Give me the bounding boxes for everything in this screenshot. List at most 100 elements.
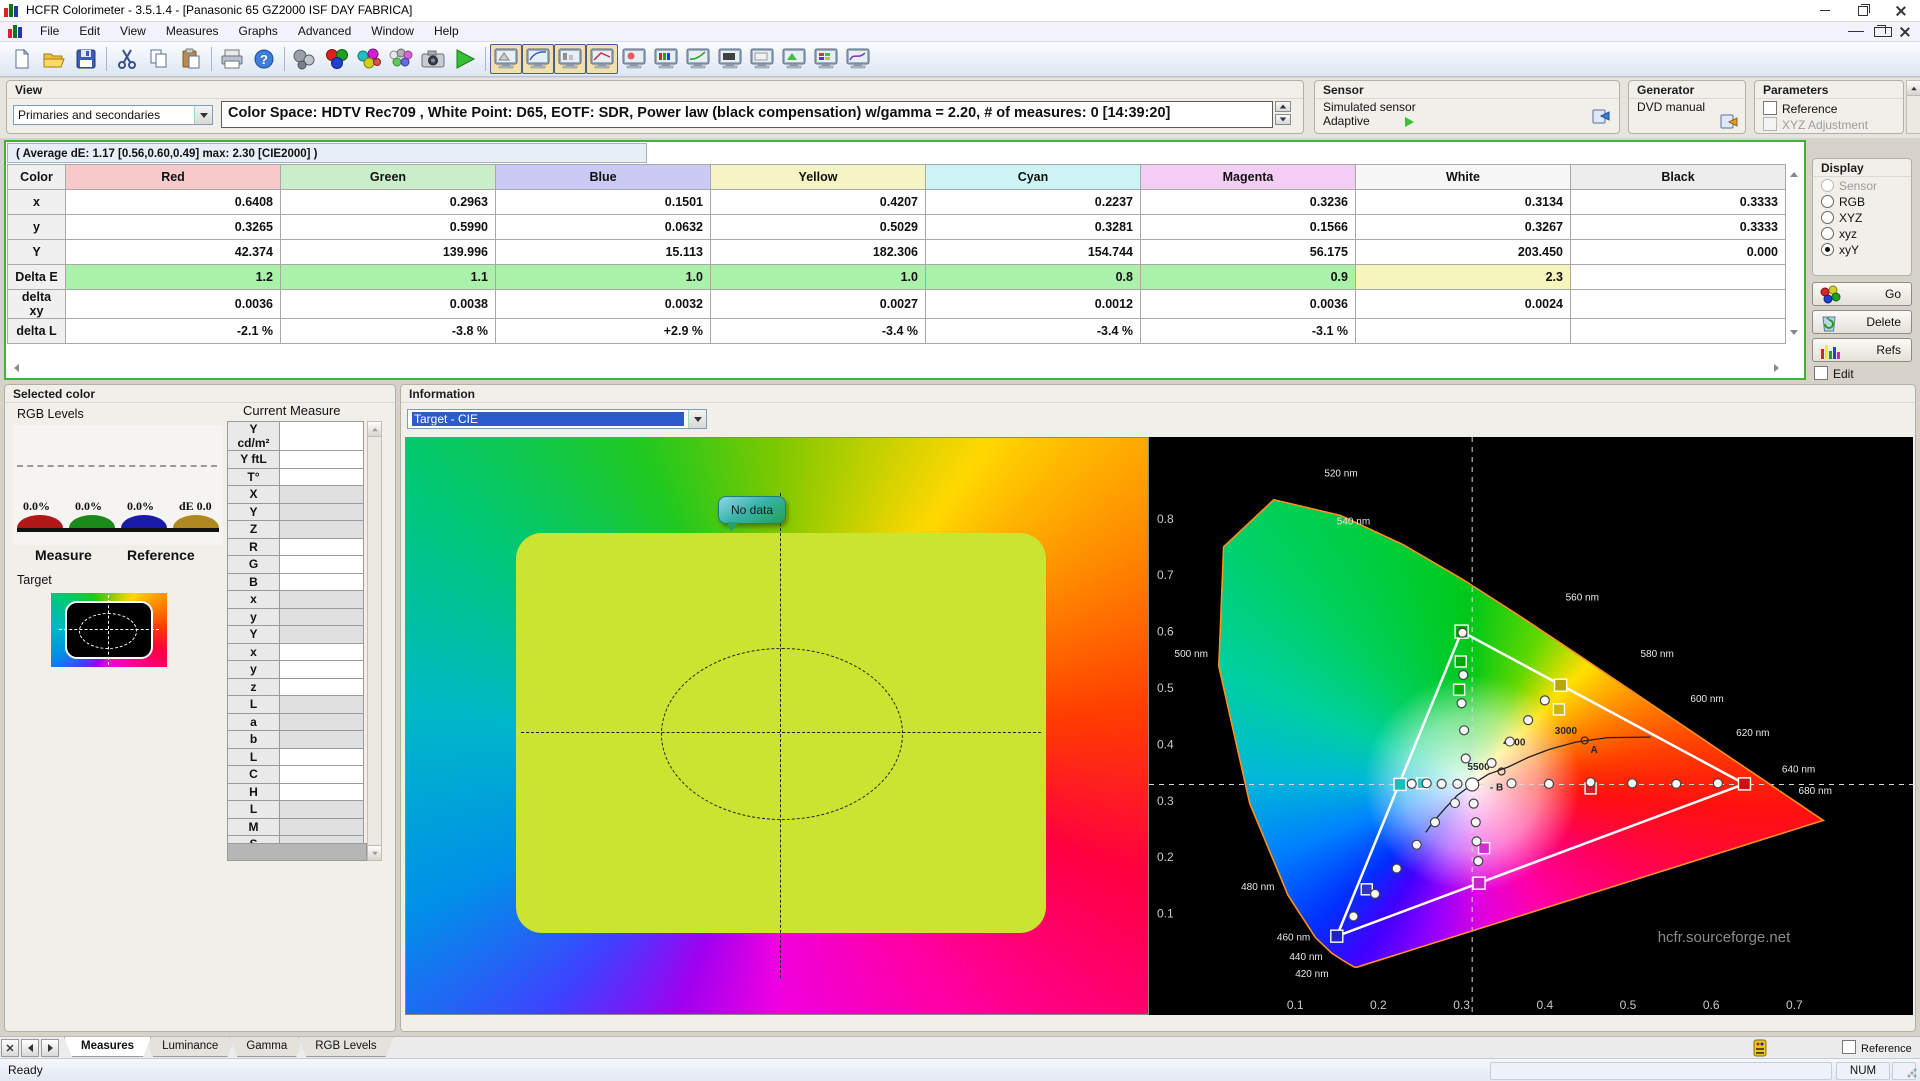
resize-grip[interactable] [1906,1067,1918,1079]
display-panel: Display Sensor RGB XYZ xyz xyY [1812,158,1912,276]
radio-icon[interactable] [1821,227,1834,240]
remote-icon[interactable] [1752,1039,1768,1057]
menu-window[interactable]: Window [361,22,424,41]
monitor-view-button[interactable] [714,44,746,74]
tabbar-reference-row[interactable]: Reference [1842,1040,1912,1055]
reference-checkbox-row[interactable]: Reference [1755,99,1903,116]
tab-close-button[interactable] [1,1039,19,1057]
primaries-balls-button[interactable] [321,44,353,74]
panel-scrollbar[interactable] [1906,80,1920,134]
current-measure-cell: Y ftL [227,450,280,469]
measures-region: ( Average dE: 1.17 [0.56,0.60,0.49] max:… [4,140,1806,380]
menu-edit[interactable]: Edit [69,22,110,41]
current-measure-cell: R [227,537,280,556]
help-button[interactable]: ? [248,44,280,74]
monitor-view-button[interactable] [778,44,810,74]
chevron-down-icon[interactable] [688,410,706,428]
display-option-rgb[interactable]: RGB [1813,193,1911,209]
radio-icon[interactable] [1821,243,1834,256]
camera-button[interactable] [417,44,449,74]
continuous-balls-button[interactable] [385,44,417,74]
display-option-xyy[interactable]: xyY [1813,241,1911,257]
secondaries-balls-button[interactable] [353,44,385,74]
delete-button[interactable]: Delete [1812,310,1912,334]
tab-luminance[interactable]: Luminance [145,1037,235,1057]
tab-scroll-left-button[interactable] [21,1039,39,1057]
chevron-down-icon[interactable] [194,106,212,124]
close-button[interactable] [1882,0,1920,21]
generator-panel: Generator DVD manual [1628,80,1746,134]
save-button[interactable] [70,44,102,74]
open-button[interactable] [38,44,70,74]
monitor-view-button[interactable] [810,44,842,74]
print-button[interactable] [216,44,248,74]
run-button[interactable] [449,44,481,74]
measures-cell: 0.3134 [1355,189,1571,215]
scroll-right-icon[interactable] [1768,360,1784,376]
monitor-view-button[interactable] [650,44,682,74]
sensor-balls-button[interactable] [289,44,321,74]
scroll-down-icon[interactable] [1786,324,1802,340]
monitor-view-button[interactable] [554,44,586,74]
mdi-restore-button[interactable] [1874,24,1892,38]
menu-measures[interactable]: Measures [156,22,229,41]
mdi-close-button[interactable] [1900,24,1916,38]
monitor-view-button[interactable] [746,44,778,74]
sensor-config-icon[interactable] [1591,108,1611,126]
go-button[interactable]: Go [1812,282,1912,306]
menu-help[interactable]: Help [424,22,469,41]
display-option-xyz[interactable]: XYZ [1813,209,1911,225]
measure-marker [1458,725,1470,736]
measures-cell: 203.450 [1355,239,1571,265]
reference-checkbox[interactable] [1763,101,1777,115]
monitor-view-button[interactable] [842,44,874,74]
watermark: hcfr.sourceforge.net [1658,929,1791,946]
display-option-xyz[interactable]: xyz [1813,225,1911,241]
monitor-view-button[interactable] [490,44,522,74]
tabbar-reference-checkbox[interactable] [1842,1040,1856,1054]
monitor-view-button[interactable] [522,44,554,74]
current-measure-cell [279,660,364,679]
menu-view[interactable]: View [110,22,156,41]
monitor-view-button[interactable] [586,44,618,74]
refs-button[interactable]: Refs [1812,338,1912,362]
tab-gamma[interactable]: Gamma [229,1037,304,1057]
radio-icon[interactable] [1821,195,1834,208]
scroll-down-icon[interactable] [368,845,381,860]
menu-file[interactable]: File [30,22,69,41]
information-view-combo[interactable]: Target - CIE [407,409,707,429]
scroll-left-icon[interactable] [8,360,24,376]
radio-icon[interactable] [1821,211,1834,224]
colorspace-info: Color Space: HDTV Rec709 , White Point: … [221,101,1273,128]
monitor-view-button[interactable] [618,44,650,74]
paste-button[interactable] [175,44,207,74]
current-measure-cell [279,450,364,469]
monitor-view-button[interactable] [682,44,714,74]
current-measure-scrollbar[interactable] [367,421,382,861]
edit-checkbox-row[interactable]: Edit [1814,366,1854,381]
restore-button[interactable] [1844,0,1882,21]
edit-checkbox[interactable] [1814,366,1828,380]
current-measure-cell [279,625,364,644]
view-preset-combo[interactable]: Primaries and secondaries [13,105,213,125]
measure-marker [1543,778,1555,789]
current-measure-cell: Y [227,502,280,521]
sensor-run-icon[interactable] [1405,117,1414,127]
tab-scroll-right-button[interactable] [41,1039,59,1057]
generator-config-icon[interactable] [1719,113,1739,131]
menu-advanced[interactable]: Advanced [288,22,361,41]
minimize-button[interactable] [1806,0,1844,21]
scroll-up-icon[interactable] [1786,166,1802,182]
scroll-up-icon[interactable] [368,422,381,437]
spin-up-button[interactable] [1275,101,1291,112]
copy-button[interactable] [143,44,175,74]
current-measure-cell: Y [227,625,280,644]
tab-measures[interactable]: Measures [64,1037,151,1057]
cut-button[interactable] [111,44,143,74]
new-button[interactable] [6,44,38,74]
tab-rgb-levels[interactable]: RGB Levels [298,1037,393,1057]
menu-graphs[interactable]: Graphs [229,22,288,41]
scroll-up-icon[interactable] [1907,81,1920,96]
spin-down-button[interactable] [1275,114,1291,125]
mdi-minimize-button[interactable] [1848,24,1864,38]
